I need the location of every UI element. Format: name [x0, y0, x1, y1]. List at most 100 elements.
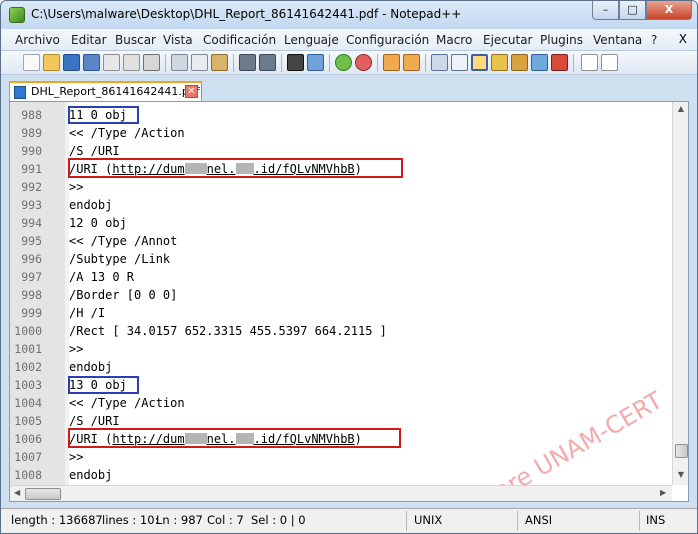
highlight-box-uri-1006: [68, 428, 401, 448]
editor-pane[interactable]: 988 11 0 obj 989 << /Type /Action 990/S /URI…: [9, 101, 689, 502]
copy-icon[interactable]: [191, 54, 208, 71]
save-all-icon[interactable]: [83, 54, 100, 71]
save-icon[interactable]: [63, 54, 80, 71]
window-controls: – □ X: [592, 1, 692, 20]
file-tab-icon: [14, 86, 26, 99]
line-number: 988: [21, 108, 42, 122]
tab-dhl-report[interactable]: DHL_Report_86141642441.pdf ✕: [9, 81, 202, 101]
code-text: << /Type /Annot: [69, 234, 178, 248]
menu-ejecutar[interactable]: Ejecutar: [483, 33, 533, 47]
status-separator: [639, 511, 640, 531]
show-all-chars-icon[interactable]: [451, 54, 468, 71]
menu-configuracion[interactable]: Configuración: [346, 33, 429, 47]
minimize-button[interactable]: –: [592, 1, 619, 20]
code-line[interactable]: 1000/Rect [ 34.0157 652.3315 455.5397 66…: [10, 322, 672, 340]
function-list-icon[interactable]: [531, 54, 548, 71]
highlight-box-uri-991: [68, 158, 403, 178]
user-language-icon[interactable]: [491, 54, 508, 71]
code-text: /Border [0 0 0]: [69, 288, 178, 302]
close-all-icon[interactable]: [123, 54, 140, 71]
code-text: << /Type /Action: [69, 126, 185, 140]
undo-icon[interactable]: [239, 54, 256, 71]
code-text: endobj: [69, 198, 113, 212]
scroll-down-arrow-icon[interactable]: ▼: [675, 470, 687, 482]
menu-lenguaje[interactable]: Lenguaje: [284, 33, 339, 47]
vertical-scrollbar[interactable]: ▲ ▼: [672, 102, 688, 485]
code-line[interactable]: 1002 endobj: [10, 358, 672, 376]
record-macro-icon[interactable]: [581, 54, 598, 71]
code-line[interactable]: 998/Border [0 0 0]: [10, 286, 672, 304]
code-line[interactable]: 992 >>: [10, 178, 672, 196]
word-wrap-icon[interactable]: [431, 54, 448, 71]
stop-macro-icon[interactable]: [601, 54, 618, 71]
replace-icon[interactable]: [307, 54, 324, 71]
code-line[interactable]: 1008 endobj: [10, 466, 672, 484]
code-line[interactable]: 989 << /Type /Action: [10, 124, 672, 142]
tab-close-icon[interactable]: ✕: [185, 85, 198, 98]
menu-help[interactable]: ?: [651, 33, 657, 47]
menu-plugins[interactable]: Plugins: [540, 33, 583, 47]
line-number: 997: [21, 270, 42, 284]
sync-horizontal-icon[interactable]: [403, 54, 420, 71]
print-icon[interactable]: [143, 54, 160, 71]
maximize-button[interactable]: □: [619, 1, 646, 20]
title-bar: C:\Users\malware\Desktop\DHL_Report_8614…: [1, 1, 697, 29]
code-line[interactable]: 995 << /Type /Annot: [10, 232, 672, 250]
close-window-button[interactable]: X: [646, 1, 692, 20]
code-line[interactable]: 994 12 0 obj: [10, 214, 672, 232]
code-line[interactable]: 1004 << /Type /Action: [10, 394, 672, 412]
line-number: 1002: [14, 360, 42, 374]
line-number: 991: [21, 162, 42, 176]
folder-workspace-icon[interactable]: [551, 54, 568, 71]
toolbar-separator: [233, 54, 234, 72]
code-text: /Rect [ 34.0157 652.3315 455.5397 664.21…: [69, 324, 387, 338]
line-number: 990: [21, 144, 42, 158]
zoom-out-icon[interactable]: [355, 54, 372, 71]
scroll-up-arrow-icon[interactable]: ▲: [675, 104, 687, 116]
find-icon[interactable]: [287, 54, 304, 71]
menu-buscar[interactable]: Buscar: [115, 33, 156, 47]
status-selection: Sel : 0 | 0: [251, 513, 306, 527]
doc-map-icon[interactable]: [511, 54, 528, 71]
menu-vista[interactable]: Vista: [163, 33, 193, 47]
code-text: 12 0 obj: [69, 216, 127, 230]
status-separator: [517, 511, 518, 531]
close-document-button[interactable]: X: [679, 32, 687, 46]
menu-codificacion[interactable]: Codificación: [203, 33, 276, 47]
menu-ventana[interactable]: Ventana: [593, 33, 642, 47]
zoom-in-icon[interactable]: [335, 54, 352, 71]
redo-icon[interactable]: [259, 54, 276, 71]
close-file-icon[interactable]: [103, 54, 120, 71]
menu-bar: Archivo Editar Buscar Vista Codificación…: [1, 29, 697, 51]
tab-bar: DHL_Report_86141642441.pdf ✕: [1, 77, 697, 101]
horizontal-scrollbar[interactable]: ◀ ▶: [10, 485, 672, 501]
menu-macro[interactable]: Macro: [436, 33, 472, 47]
menu-editar[interactable]: Editar: [71, 33, 107, 47]
menu-archivo[interactable]: Archivo: [15, 33, 60, 47]
toolbar: [1, 51, 697, 75]
line-number: 1006: [14, 432, 42, 446]
code-line[interactable]: 1001 >>: [10, 340, 672, 358]
paste-icon[interactable]: [211, 54, 228, 71]
vertical-scroll-thumb[interactable]: [675, 444, 688, 458]
highlight-box-obj-13: [68, 376, 139, 394]
cut-icon[interactable]: [171, 54, 188, 71]
line-number: 998: [21, 288, 42, 302]
new-file-icon[interactable]: [23, 54, 40, 71]
code-text: >>: [69, 342, 84, 356]
status-eol: UNIX: [414, 513, 443, 527]
line-number: 1000: [14, 324, 42, 338]
open-file-icon[interactable]: [43, 54, 60, 71]
code-line[interactable]: 997/A 13 0 R: [10, 268, 672, 286]
horizontal-scroll-thumb[interactable]: [25, 488, 61, 500]
code-line[interactable]: 996/Subtype /Link: [10, 250, 672, 268]
line-number: 1001: [14, 342, 42, 356]
indent-guide-icon[interactable]: [471, 54, 488, 71]
status-separator: [406, 511, 407, 531]
scroll-right-arrow-icon[interactable]: ▶: [660, 488, 666, 497]
code-line[interactable]: 993 endobj: [10, 196, 672, 214]
code-line[interactable]: 999/H /I: [10, 304, 672, 322]
toolbar-separator: [329, 54, 330, 72]
sync-vertical-icon[interactable]: [383, 54, 400, 71]
scroll-left-arrow-icon[interactable]: ◀: [14, 488, 20, 497]
